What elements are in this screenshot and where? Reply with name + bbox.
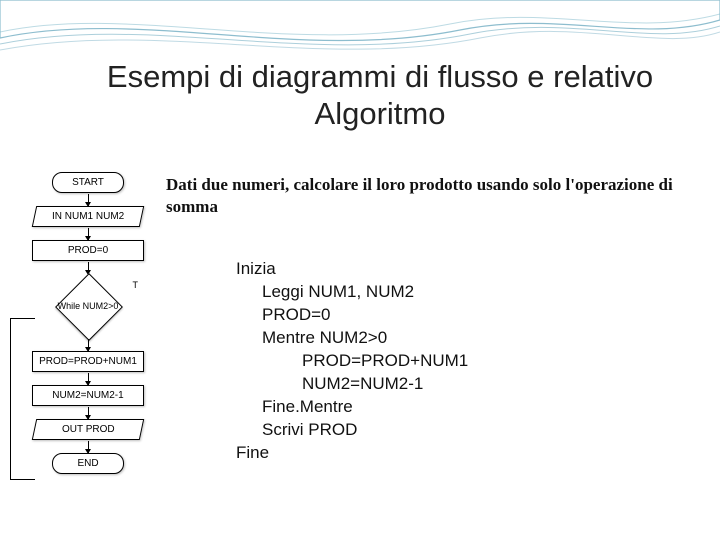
flowchart-arrow (88, 228, 89, 240)
algo-line: Fine (236, 442, 468, 465)
algo-line: Scrivi PROD (236, 419, 468, 442)
flowchart-true-label: T (133, 280, 139, 290)
flowchart-input: IN NUM1 NUM2 (32, 206, 144, 227)
algo-line: Leggi NUM1, NUM2 (236, 281, 468, 304)
flowchart-output: OUT PROD (32, 419, 144, 440)
flowchart-loopback-edge (10, 318, 35, 480)
flowchart-arrow (88, 194, 89, 206)
flowchart-arrow (88, 339, 89, 351)
flowchart-end: END (52, 453, 124, 474)
algo-line: Inizia (236, 258, 468, 281)
algo-line: PROD=0 (236, 304, 468, 327)
flowchart: START IN NUM1 NUM2 PROD=0 While NUM2>0 T… (14, 172, 162, 474)
flowchart-decrement: NUM2=NUM2-1 (32, 385, 144, 406)
algorithm-pseudocode: Inizia Leggi NUM1, NUM2 PROD=0 Mentre NU… (236, 258, 468, 464)
flowchart-init: PROD=0 (32, 240, 144, 261)
flowchart-arrow (88, 373, 89, 385)
algo-line: Fine.Mentre (236, 396, 468, 419)
algo-line: Mentre NUM2>0 (236, 327, 468, 350)
flowchart-add: PROD=PROD+NUM1 (32, 351, 144, 372)
algo-line: PROD=PROD+NUM1 (236, 350, 468, 373)
algo-line: NUM2=NUM2-1 (236, 373, 468, 396)
problem-description: Dati due numeri, calcolare il loro prodo… (166, 174, 686, 218)
flowchart-start: START (52, 172, 124, 193)
decorative-wave (0, 0, 720, 60)
flowchart-arrow (88, 407, 89, 419)
flowchart-arrow (88, 441, 89, 453)
flowchart-condition: While NUM2>0 T (56, 274, 120, 338)
slide-title: Esempi di diagrammi di flusso e relativo… (100, 58, 660, 132)
